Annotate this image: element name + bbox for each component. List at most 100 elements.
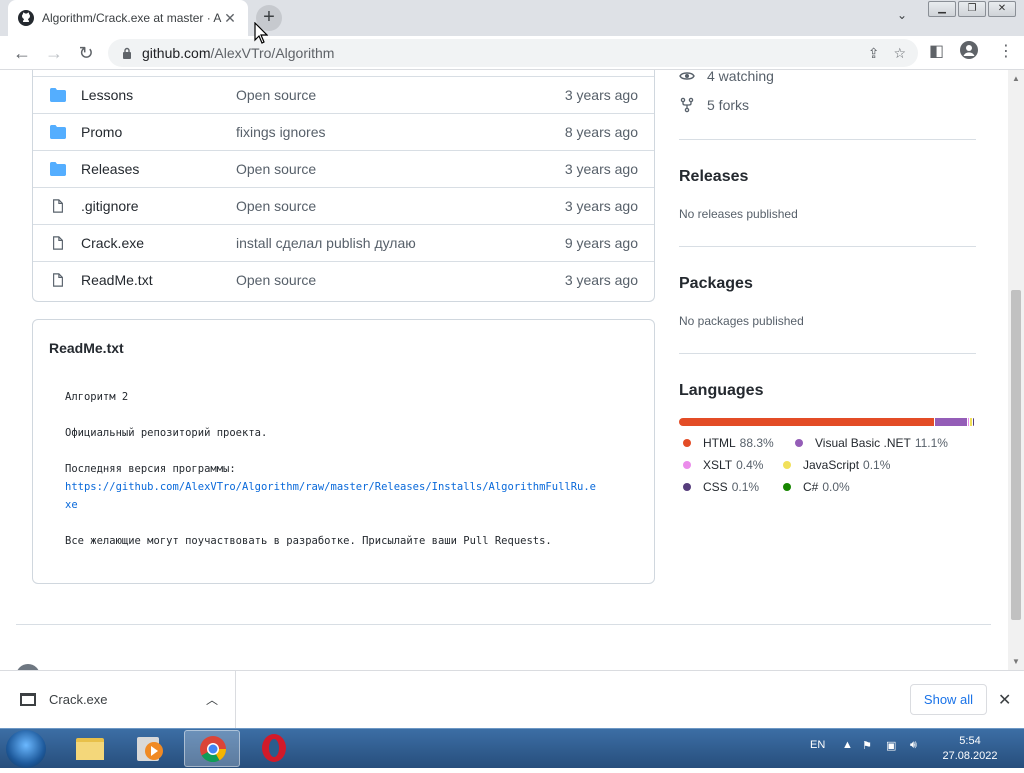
commit-age: 3 years ago <box>564 272 638 288</box>
forward-arrow-icon[interactable]: → <box>42 41 66 65</box>
file-list: Lessons Open source 3 years ago Promo fixing… <box>32 70 655 302</box>
file-name-link[interactable]: Lessons <box>81 87 133 103</box>
language-name: CSS <box>703 480 728 494</box>
minimize-button[interactable]: ▁ <box>928 1 956 17</box>
restore-button[interactable]: ❐ <box>958 1 986 17</box>
language-name: C# <box>803 480 819 494</box>
readme-line: Последняя версия программы: <box>65 463 236 475</box>
media-player-taskbar-icon[interactable] <box>122 730 178 767</box>
download-filename: Crack.exe <box>49 692 108 707</box>
side-panel-icon[interactable]: ◧ <box>929 41 944 61</box>
language-item[interactable]: XSLT 0.4% <box>683 458 763 472</box>
languages-heading: Languages <box>679 382 764 399</box>
start-button[interactable] <box>6 730 46 768</box>
back-arrow-icon[interactable]: ← <box>10 41 34 65</box>
file-row[interactable]: Promo fixings ignores 8 years ago <box>33 113 654 150</box>
url-host: github.com <box>142 45 211 61</box>
commit-message-link[interactable]: fixings ignores <box>236 124 326 140</box>
file-icon <box>53 273 63 287</box>
close-window-button[interactable]: ✕ <box>988 1 1016 17</box>
commit-message-link[interactable]: install сделал publish дулаю <box>236 235 416 251</box>
explorer-taskbar-icon[interactable] <box>62 730 118 767</box>
language-item[interactable]: Visual Basic .NET 11.1% <box>795 436 948 450</box>
show-all-button[interactable]: Show all <box>910 684 987 715</box>
url-path: /AlexVTro/Algorithm <box>210 45 335 61</box>
tab-search-chevron-icon[interactable]: ⌄ <box>897 8 907 22</box>
scroll-up-icon[interactable]: ▲ <box>1008 74 1024 83</box>
language-percent: 0.1% <box>863 458 891 472</box>
file-row[interactable]: Releases Open source 3 years ago <box>33 150 654 187</box>
share-icon[interactable]: ⇪ <box>868 45 880 62</box>
language-indicator[interactable]: EN <box>810 739 825 751</box>
language-color-dot <box>683 483 691 491</box>
page-scrollbar[interactable]: ▲ ▼ <box>1008 70 1024 670</box>
browser-tab[interactable]: Algorithm/Crack.exe at master · A ✕ <box>8 0 248 36</box>
file-row[interactable]: .gitignore Open source 3 years ago <box>33 187 654 224</box>
profile-avatar-icon[interactable] <box>960 41 978 64</box>
readme-download-link[interactable]: https://github.com/AlexVTro/Algorithm/ra… <box>65 481 596 493</box>
opera-taskbar-icon[interactable] <box>246 730 302 767</box>
watching-link[interactable]: 4 watching <box>679 70 774 84</box>
tab-close-icon[interactable]: ✕ <box>222 10 238 26</box>
browser-toolbar: ← → ↻ github.com/AlexVTro/Algorithm ⇪ ☆ … <box>0 36 1024 70</box>
commit-message-link[interactable]: Open source <box>236 198 316 214</box>
commit-message-link[interactable]: Open source <box>236 87 316 103</box>
watching-count: 4 watching <box>707 70 774 84</box>
language-percent: 11.1% <box>914 436 948 450</box>
file-name-link[interactable]: ReadMe.txt <box>81 272 153 288</box>
language-bar <box>679 418 976 426</box>
readme-content: Алгоритм 2 Официальный репозиторий проек… <box>65 388 596 550</box>
readme-title[interactable]: ReadMe.txt <box>49 340 124 356</box>
show-hidden-icons-icon[interactable]: ▲ <box>842 739 853 751</box>
address-bar[interactable]: github.com/AlexVTro/Algorithm ⇪ ☆ <box>108 39 918 67</box>
menu-kebab-icon[interactable]: ⋮ <box>998 41 1014 61</box>
file-name-link[interactable]: Promo <box>81 124 122 140</box>
scroll-down-icon[interactable]: ▼ <box>1008 657 1024 666</box>
reload-icon[interactable]: ↻ <box>74 41 98 65</box>
packages-heading[interactable]: Packages <box>679 275 753 293</box>
file-row[interactable]: ReadMe.txt Open source 3 years ago <box>33 261 654 298</box>
lock-icon <box>123 47 131 59</box>
system-clock[interactable]: 5:54 27.08.2022 <box>940 734 1000 764</box>
language-color-dot <box>683 439 691 447</box>
volume-icon[interactable]: 🔊︎ <box>910 739 917 752</box>
chrome-taskbar-icon[interactable] <box>184 730 240 767</box>
file-name-link[interactable]: Releases <box>81 161 139 177</box>
action-center-icon[interactable]: ⚑ <box>862 739 872 752</box>
file-row[interactable]: Crack.exe install сделал publish дулаю 9 y… <box>33 224 654 261</box>
network-icon[interactable]: ▣ <box>886 739 896 752</box>
file-name-link[interactable]: .gitignore <box>81 198 139 214</box>
scrollbar-thumb[interactable] <box>1011 290 1021 620</box>
readme-line: Алгоритм 2 <box>65 391 129 403</box>
mouse-cursor-icon <box>254 22 268 44</box>
tab-strip: Algorithm/Crack.exe at master · A ✕ + ⌄ … <box>0 0 1024 36</box>
language-item[interactable]: CSS 0.1% <box>683 480 759 494</box>
releases-heading[interactable]: Releases <box>679 168 748 186</box>
fork-icon <box>680 97 694 113</box>
language-item[interactable]: C# 0.0% <box>783 480 850 494</box>
tab-title: Algorithm/Crack.exe at master · A <box>42 11 222 25</box>
file-row[interactable]: Lessons Open source 3 years ago <box>33 76 654 113</box>
language-percent: 88.3% <box>739 436 774 450</box>
language-item[interactable]: HTML 88.3% <box>683 436 774 450</box>
file-name-link[interactable]: Crack.exe <box>81 235 144 251</box>
commit-message-link[interactable]: Open source <box>236 161 316 177</box>
commit-age: 3 years ago <box>564 161 638 177</box>
close-download-bar-icon[interactable]: ✕ <box>998 690 1011 710</box>
readme-download-link-cont[interactable]: xe <box>65 499 78 511</box>
divider <box>679 246 976 247</box>
chevron-up-icon[interactable]: ︿ <box>206 691 218 708</box>
language-percent: 0.4% <box>736 458 764 472</box>
bookmark-star-icon[interactable]: ☆ <box>893 45 906 62</box>
language-item[interactable]: JavaScript 0.1% <box>783 458 890 472</box>
download-bar: Crack.exe ︿ Show all ✕ <box>0 670 1024 729</box>
language-bar-segment <box>972 418 974 426</box>
divider <box>679 353 976 354</box>
commit-message-link[interactable]: Open source <box>236 272 316 288</box>
download-item[interactable]: Crack.exe ︿ <box>0 671 236 729</box>
language-color-dot <box>783 461 791 469</box>
folder-icon <box>50 88 66 102</box>
language-color-dot <box>783 483 791 491</box>
forks-link[interactable]: 5 forks <box>679 97 749 113</box>
folder-icon <box>50 162 66 176</box>
